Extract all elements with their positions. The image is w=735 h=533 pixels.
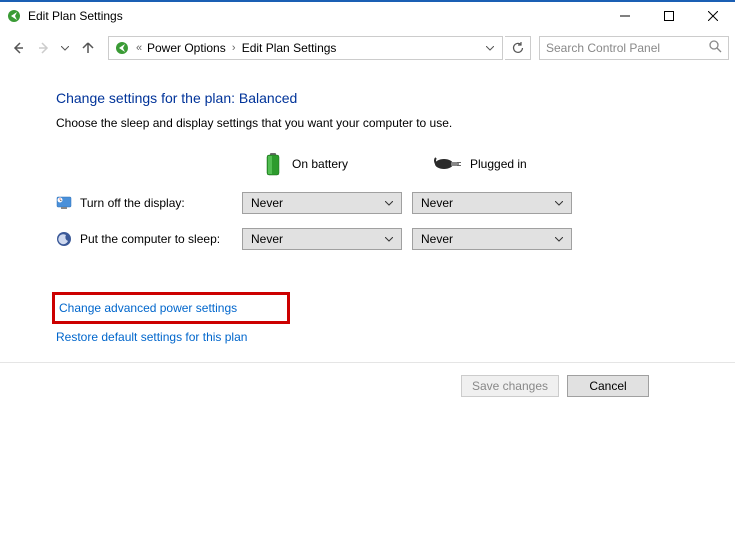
setting-label: Put the computer to sleep: — [56, 231, 242, 247]
breadcrumb[interactable]: « Power Options › Edit Plan Settings — [108, 36, 503, 60]
page-title: Change settings for the plan: Balanced — [56, 90, 735, 106]
window-controls — [603, 2, 735, 30]
sleep-battery-select[interactable]: Never — [242, 228, 402, 250]
nav-bar: « Power Options › Edit Plan Settings Sea… — [0, 30, 735, 66]
breadcrumb-item[interactable]: Edit Plan Settings — [240, 41, 339, 55]
battery-icon — [264, 152, 282, 176]
cancel-button[interactable]: Cancel — [567, 375, 649, 397]
close-button[interactable] — [691, 2, 735, 30]
chevron-down-icon — [555, 198, 563, 208]
chevron-down-icon — [555, 234, 563, 244]
sleep-plugged-select[interactable]: Never — [412, 228, 572, 250]
setting-label: Turn off the display: — [56, 195, 242, 211]
search-input[interactable]: Search Control Panel — [539, 36, 729, 60]
search-placeholder: Search Control Panel — [546, 41, 660, 55]
setting-row-display: Turn off the display: Never Never — [56, 192, 735, 214]
column-header-battery: On battery — [264, 152, 434, 176]
breadcrumb-separator[interactable]: « — [133, 42, 145, 54]
column-header-plugged: Plugged in — [434, 156, 604, 172]
breadcrumb-item[interactable]: Power Options — [145, 41, 228, 55]
setting-row-sleep: Put the computer to sleep: Never Never — [56, 228, 735, 250]
window-title: Edit Plan Settings — [28, 9, 123, 23]
sleep-icon — [56, 231, 72, 247]
advanced-settings-link[interactable]: Change advanced power settings — [52, 292, 290, 324]
save-button[interactable]: Save changes — [461, 375, 559, 397]
search-icon — [709, 40, 722, 56]
display-icon — [56, 195, 72, 211]
button-bar: Save changes Cancel — [0, 363, 735, 397]
chevron-down-icon — [385, 198, 393, 208]
forward-button[interactable] — [32, 36, 56, 60]
up-button[interactable] — [76, 36, 100, 60]
display-plugged-select[interactable]: Never — [412, 192, 572, 214]
chevron-down-icon — [385, 234, 393, 244]
breadcrumb-chevron-icon[interactable]: › — [228, 42, 240, 54]
plug-icon — [434, 156, 462, 172]
page-subtext: Choose the sleep and display settings th… — [56, 116, 735, 130]
links-area: Change advanced power settings Restore d… — [56, 292, 735, 344]
history-dropdown[interactable] — [58, 36, 72, 60]
display-battery-select[interactable]: Never — [242, 192, 402, 214]
minimize-button[interactable] — [603, 2, 647, 30]
breadcrumb-dropdown[interactable] — [482, 46, 498, 51]
content-area: Change settings for the plan: Balanced C… — [0, 66, 735, 344]
back-button[interactable] — [6, 36, 30, 60]
title-bar: Edit Plan Settings — [0, 2, 735, 30]
breadcrumb-icon — [113, 39, 131, 57]
restore-defaults-link[interactable]: Restore default settings for this plan — [56, 330, 735, 344]
app-icon — [6, 8, 22, 24]
maximize-button[interactable] — [647, 2, 691, 30]
refresh-button[interactable] — [505, 36, 531, 60]
